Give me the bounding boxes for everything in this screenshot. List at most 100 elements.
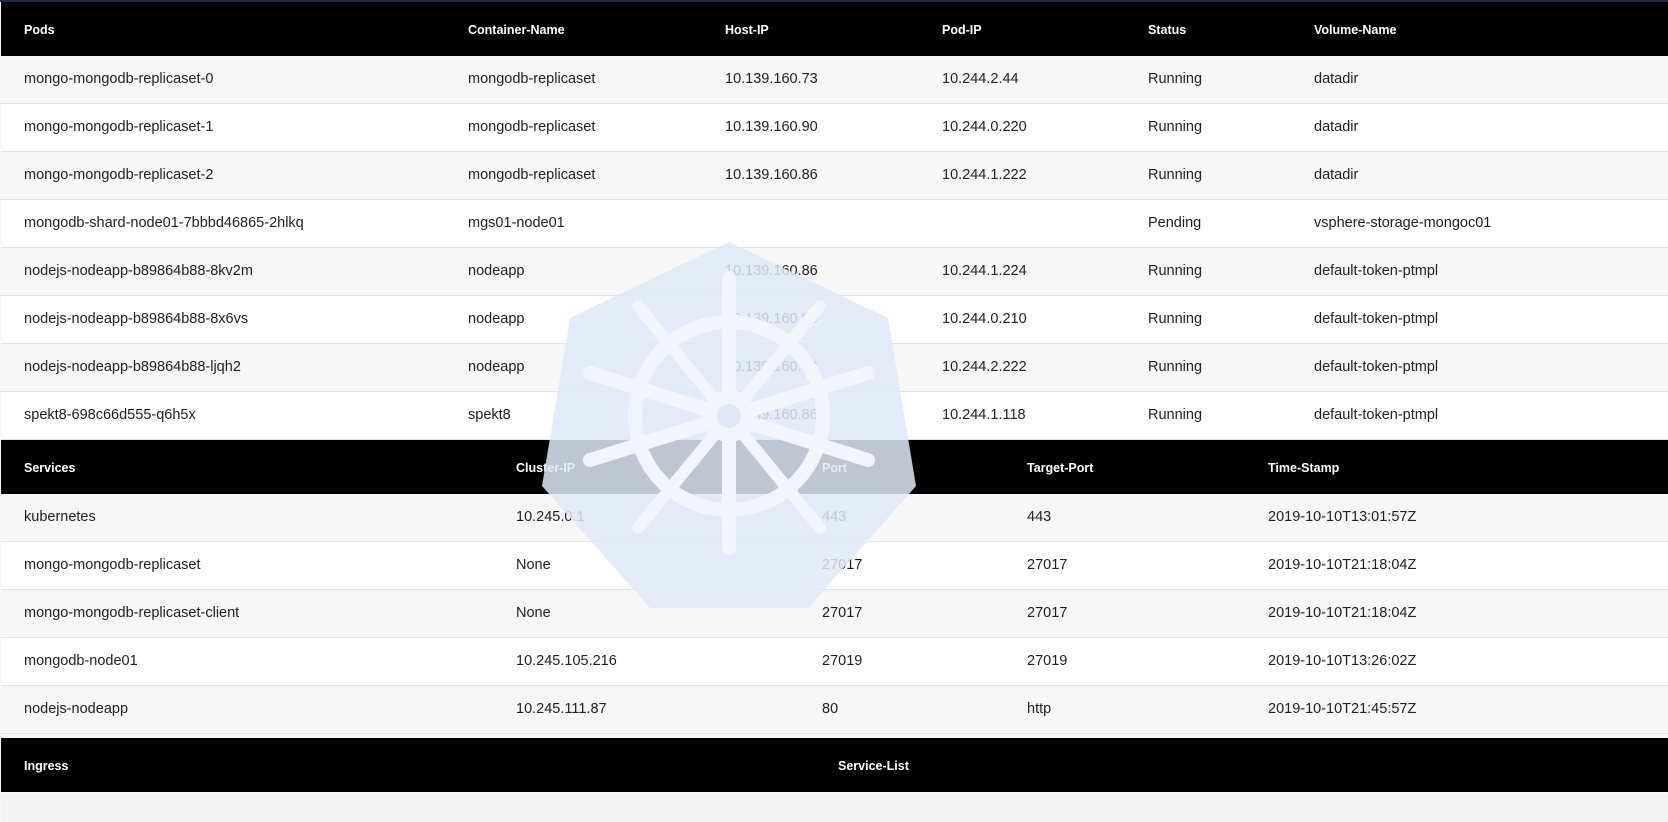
ingress-header-ingress: Ingress <box>24 759 69 773</box>
container-name: mgs01-node01 <box>468 215 565 231</box>
pods-header-pod-ip: Pod-IP <box>942 23 982 37</box>
pod-status: Pending <box>1148 215 1202 231</box>
ingress-header-row: Ingress Service-List <box>1 738 1668 792</box>
pod-ip: 10.244.2.222 <box>942 359 1027 375</box>
cluster-ip: None <box>516 557 551 573</box>
pod-ip: 10.244.1.222 <box>942 167 1027 183</box>
services-header-cluster-ip: Cluster-IP <box>516 461 576 475</box>
ingress-header-service-list: Service-List <box>838 759 909 773</box>
volume-name: datadir <box>1314 71 1359 87</box>
pod-status: Running <box>1148 167 1203 183</box>
volume-name: vsphere-storage-mongoc01 <box>1314 215 1492 231</box>
container-name: mongodb-replicaset <box>468 167 596 183</box>
pods-header-volume-name: Volume-Name <box>1314 23 1397 37</box>
target-port: http <box>1027 701 1052 717</box>
ingress-empty-body <box>1 794 1668 822</box>
table-row: mongo-mongodb-replicaset-0 mongodb-repli… <box>1 56 1668 104</box>
volume-name: datadir <box>1314 119 1359 135</box>
volume-name: datadir <box>1314 167 1359 183</box>
port: 27017 <box>822 557 863 573</box>
time-stamp: 2019-10-10T21:18:04Z <box>1268 605 1417 621</box>
host-ip: 10.139.160.90 <box>725 311 818 327</box>
target-port: 27019 <box>1027 653 1068 669</box>
pods-table: Pods Container-Name Host-IP Pod-IP Statu… <box>1 2 1668 440</box>
pod-ip: 10.244.2.44 <box>942 71 1019 87</box>
services-header-target-port: Target-Port <box>1027 461 1094 475</box>
pods-header-pods: Pods <box>24 23 55 37</box>
table-row: spekt8-698c66d555-q6h5x spekt8 10.139.16… <box>1 392 1668 440</box>
pod-ip: 10.244.0.210 <box>942 311 1027 327</box>
table-row: mongodb-node01 10.245.105.216 27019 2701… <box>1 638 1668 686</box>
pod-name: nodejs-nodeapp-b89864b88-ljqh2 <box>24 359 241 375</box>
host-ip: 10.139.160.86 <box>725 263 818 279</box>
container-name: mongodb-replicaset <box>468 71 596 87</box>
container-name: nodeapp <box>468 311 525 327</box>
pod-status: Running <box>1148 359 1203 375</box>
port: 443 <box>822 509 847 525</box>
host-ip: 10.139.160.73 <box>725 71 818 87</box>
table-row: nodejs-nodeapp-b89864b88-ljqh2 nodeapp 1… <box>1 344 1668 392</box>
host-ip: 10.139.160.90 <box>725 119 818 135</box>
container-name: spekt8 <box>468 407 511 423</box>
time-stamp: 2019-10-10T21:45:57Z <box>1268 701 1417 717</box>
host-ip: 10.139.160.73 <box>725 359 818 375</box>
services-header-port: Port <box>822 461 847 475</box>
services-header-services: Services <box>24 461 76 475</box>
pods-header-row: Pods Container-Name Host-IP Pod-IP Statu… <box>1 2 1668 56</box>
table-row: mongo-mongodb-replicaset-2 mongodb-repli… <box>1 152 1668 200</box>
table-row: kubernetes 10.245.0.1 443 443 2019-10-10… <box>1 494 1668 542</box>
pod-status: Running <box>1148 119 1203 135</box>
pod-name: nodejs-nodeapp-b89864b88-8x6vs <box>24 311 249 327</box>
pod-name: mongo-mongodb-replicaset-2 <box>24 167 214 183</box>
target-port: 27017 <box>1027 605 1068 621</box>
pods-header-container-name: Container-Name <box>468 23 565 37</box>
pod-status: Running <box>1148 311 1203 327</box>
pod-status: Running <box>1148 71 1203 87</box>
pods-header-host-ip: Host-IP <box>725 23 769 37</box>
service-name: kubernetes <box>24 509 96 525</box>
target-port: 27017 <box>1027 557 1068 573</box>
service-name: mongodb-node01 <box>24 653 138 669</box>
service-name: mongo-mongodb-replicaset-client <box>24 605 240 621</box>
pod-name: mongo-mongodb-replicaset-0 <box>24 71 214 87</box>
table-row: mongodb-shard-node01-7bbbd46865-2hlkq mg… <box>1 200 1668 248</box>
volume-name: default-token-ptmpl <box>1314 311 1439 327</box>
service-name: mongo-mongodb-replicaset <box>24 557 201 573</box>
table-row: nodejs-nodeapp-b89864b88-8kv2m nodeapp 1… <box>1 248 1668 296</box>
container-name: nodeapp <box>468 359 525 375</box>
pod-name: nodejs-nodeapp-b89864b88-8kv2m <box>24 263 253 279</box>
container-name: nodeapp <box>468 263 525 279</box>
cluster-ip: 10.245.111.87 <box>516 701 607 717</box>
port: 80 <box>822 701 839 717</box>
time-stamp: 2019-10-10T13:26:02Z <box>1268 653 1417 669</box>
target-port: 443 <box>1027 509 1052 525</box>
services-header-time-stamp: Time-Stamp <box>1268 461 1340 475</box>
time-stamp: 2019-10-10T13:01:57Z <box>1268 509 1417 525</box>
table-row: mongo-mongodb-replicaset-1 mongodb-repli… <box>1 104 1668 152</box>
volume-name: default-token-ptmpl <box>1314 407 1439 423</box>
pod-ip: 10.244.1.224 <box>942 263 1027 279</box>
host-ip: 10.139.160.86 <box>725 167 818 183</box>
port: 27019 <box>822 653 863 669</box>
pod-ip: 10.244.0.220 <box>942 119 1027 135</box>
table-row: nodejs-nodeapp-b89864b88-8x6vs nodeapp 1… <box>1 296 1668 344</box>
port: 27017 <box>822 605 863 621</box>
ingress-table: Ingress Service-List <box>1 738 1668 792</box>
pod-name: mongo-mongodb-replicaset-1 <box>24 119 214 135</box>
volume-name: default-token-ptmpl <box>1314 263 1439 279</box>
pods-header-status: Status <box>1148 23 1187 37</box>
container-name: mongodb-replicaset <box>468 119 596 135</box>
cluster-ip: None <box>516 605 551 621</box>
volume-name: default-token-ptmpl <box>1314 359 1439 375</box>
table-row: nodejs-nodeapp 10.245.111.87 80 http 201… <box>1 686 1668 734</box>
pod-status: Running <box>1148 263 1203 279</box>
pod-name: spekt8-698c66d555-q6h5x <box>24 407 196 423</box>
service-name: nodejs-nodeapp <box>24 701 129 717</box>
table-row: mongo-mongodb-replicaset-client None 270… <box>1 590 1668 638</box>
services-header-row: Services Cluster-IP Port Target-Port Tim… <box>1 440 1668 494</box>
table-row: mongo-mongodb-replicaset None 27017 2701… <box>1 542 1668 590</box>
host-ip: 10.139.160.86 <box>725 407 818 423</box>
pod-status: Running <box>1148 407 1203 423</box>
cluster-ip: 10.245.0.1 <box>516 509 585 525</box>
cluster-ip: 10.245.105.216 <box>516 653 617 669</box>
